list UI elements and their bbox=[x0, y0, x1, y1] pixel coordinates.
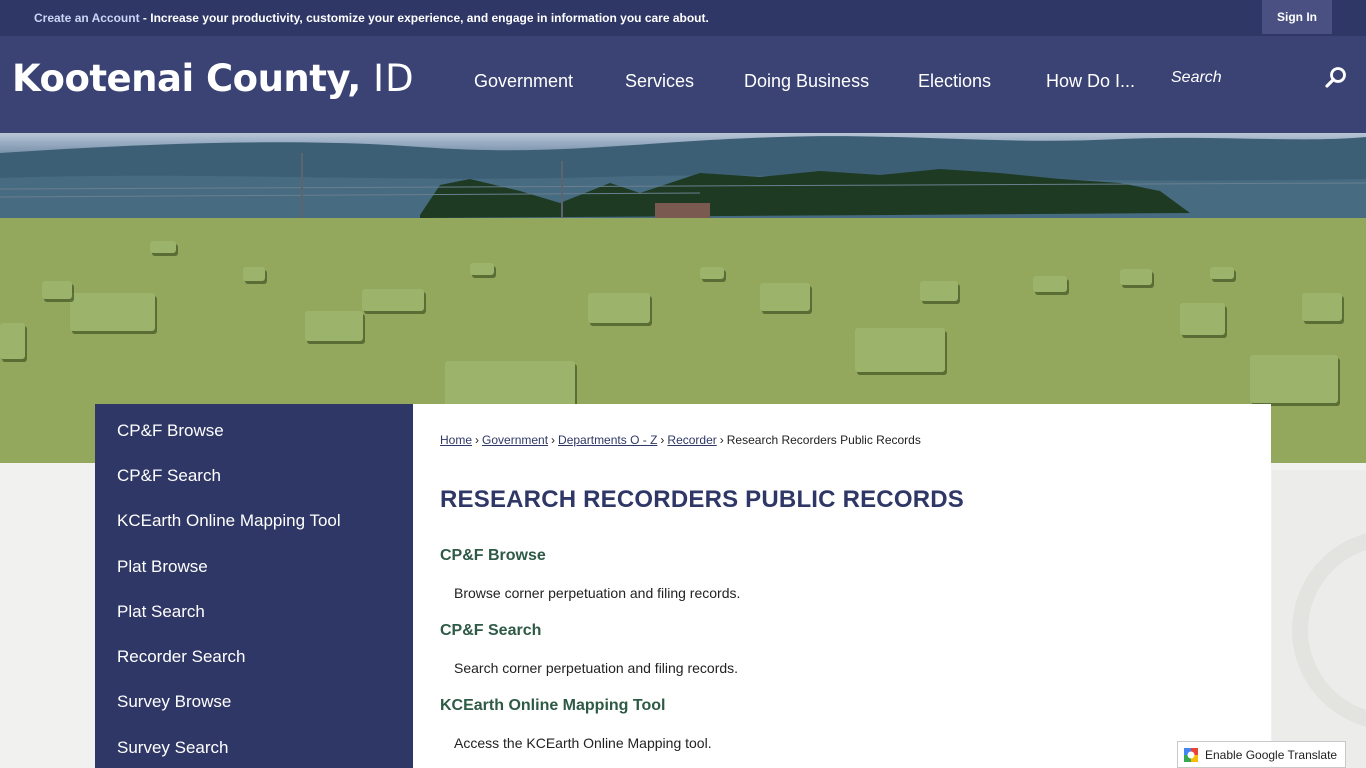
breadcrumb-recorder[interactable]: Recorder bbox=[667, 433, 716, 447]
nav-elections[interactable]: Elections bbox=[918, 71, 991, 92]
page-title: RESEARCH RECORDERS PUBLIC RECORDS bbox=[440, 486, 964, 513]
section-title-cpf-browse[interactable]: CP&F Browse bbox=[440, 547, 546, 565]
promo-text: - Increase your productivity, customize … bbox=[139, 11, 709, 25]
google-translate-label: Enable Google Translate bbox=[1205, 747, 1338, 762]
breadcrumb-home[interactable]: Home bbox=[440, 433, 472, 447]
sidebar-item-survey-search[interactable]: Survey Search bbox=[117, 738, 229, 758]
breadcrumb-separator: › bbox=[475, 433, 480, 447]
sidebar-item-kcearth[interactable]: KCEarth Online Mapping Tool bbox=[117, 511, 341, 531]
site-header: Kootenai County, ID Government Services … bbox=[0, 36, 1366, 133]
google-translate-icon bbox=[1183, 746, 1199, 763]
account-promo: Create an Account - Increase your produc… bbox=[34, 11, 709, 25]
sidebar-item-recorder-search[interactable]: Recorder Search bbox=[117, 647, 246, 667]
main-content: Home › Government › Departments O - Z › Record… bbox=[413, 404, 1271, 768]
breadcrumb: Home › Government › Departments O - Z › Record… bbox=[440, 433, 921, 447]
section-title-cpf-search[interactable]: CP&F Search bbox=[440, 622, 541, 640]
create-account-link[interactable]: Create an Account bbox=[34, 11, 140, 25]
logo-state: ID bbox=[373, 57, 415, 100]
nav-services[interactable]: Services bbox=[625, 71, 694, 92]
breadcrumb-separator: › bbox=[551, 433, 556, 447]
section-desc-kcearth: Access the KCEarth Online Mapping tool. bbox=[454, 735, 712, 751]
sign-in-button[interactable]: Sign In bbox=[1262, 0, 1332, 34]
nav-government[interactable]: Government bbox=[474, 71, 573, 92]
magnifier-icon[interactable] bbox=[1324, 66, 1348, 90]
sidebar-item-cpf-browse[interactable]: CP&F Browse bbox=[117, 421, 224, 441]
breadcrumb-departments[interactable]: Departments O - Z bbox=[558, 433, 657, 447]
section-title-kcearth[interactable]: KCEarth Online Mapping Tool bbox=[440, 697, 665, 715]
site-search bbox=[1162, 58, 1358, 98]
section-desc-cpf-search: Search corner perpetuation and filing re… bbox=[454, 660, 739, 676]
logo-county-name: Kootenai County, bbox=[12, 57, 361, 100]
search-input[interactable] bbox=[1162, 58, 1312, 98]
breadcrumb-separator: › bbox=[719, 433, 724, 447]
sidebar-item-cpf-search[interactable]: CP&F Search bbox=[117, 466, 221, 486]
nav-how-do-i[interactable]: How Do I... bbox=[1046, 71, 1135, 92]
account-bar: Create an Account - Increase your produc… bbox=[0, 0, 1366, 36]
county-seal-watermark bbox=[1272, 470, 1366, 768]
breadcrumb-separator: › bbox=[660, 433, 665, 447]
breadcrumb-government[interactable]: Government bbox=[482, 433, 548, 447]
nav-doing-business[interactable]: Doing Business bbox=[744, 71, 869, 92]
site-logo[interactable]: Kootenai County, ID bbox=[12, 57, 415, 100]
sidebar-item-plat-search[interactable]: Plat Search bbox=[117, 602, 205, 622]
sidebar-item-plat-browse[interactable]: Plat Browse bbox=[117, 557, 208, 577]
google-translate-button[interactable]: Enable Google Translate bbox=[1177, 741, 1346, 768]
sidebar-item-survey-browse[interactable]: Survey Browse bbox=[117, 692, 231, 712]
breadcrumb-current: Research Recorders Public Records bbox=[726, 433, 921, 447]
sidebar-navigation: CP&F Browse CP&F Search KCEarth Online M… bbox=[95, 404, 413, 768]
section-desc-cpf-browse: Browse corner perpetuation and filing re… bbox=[454, 585, 741, 601]
